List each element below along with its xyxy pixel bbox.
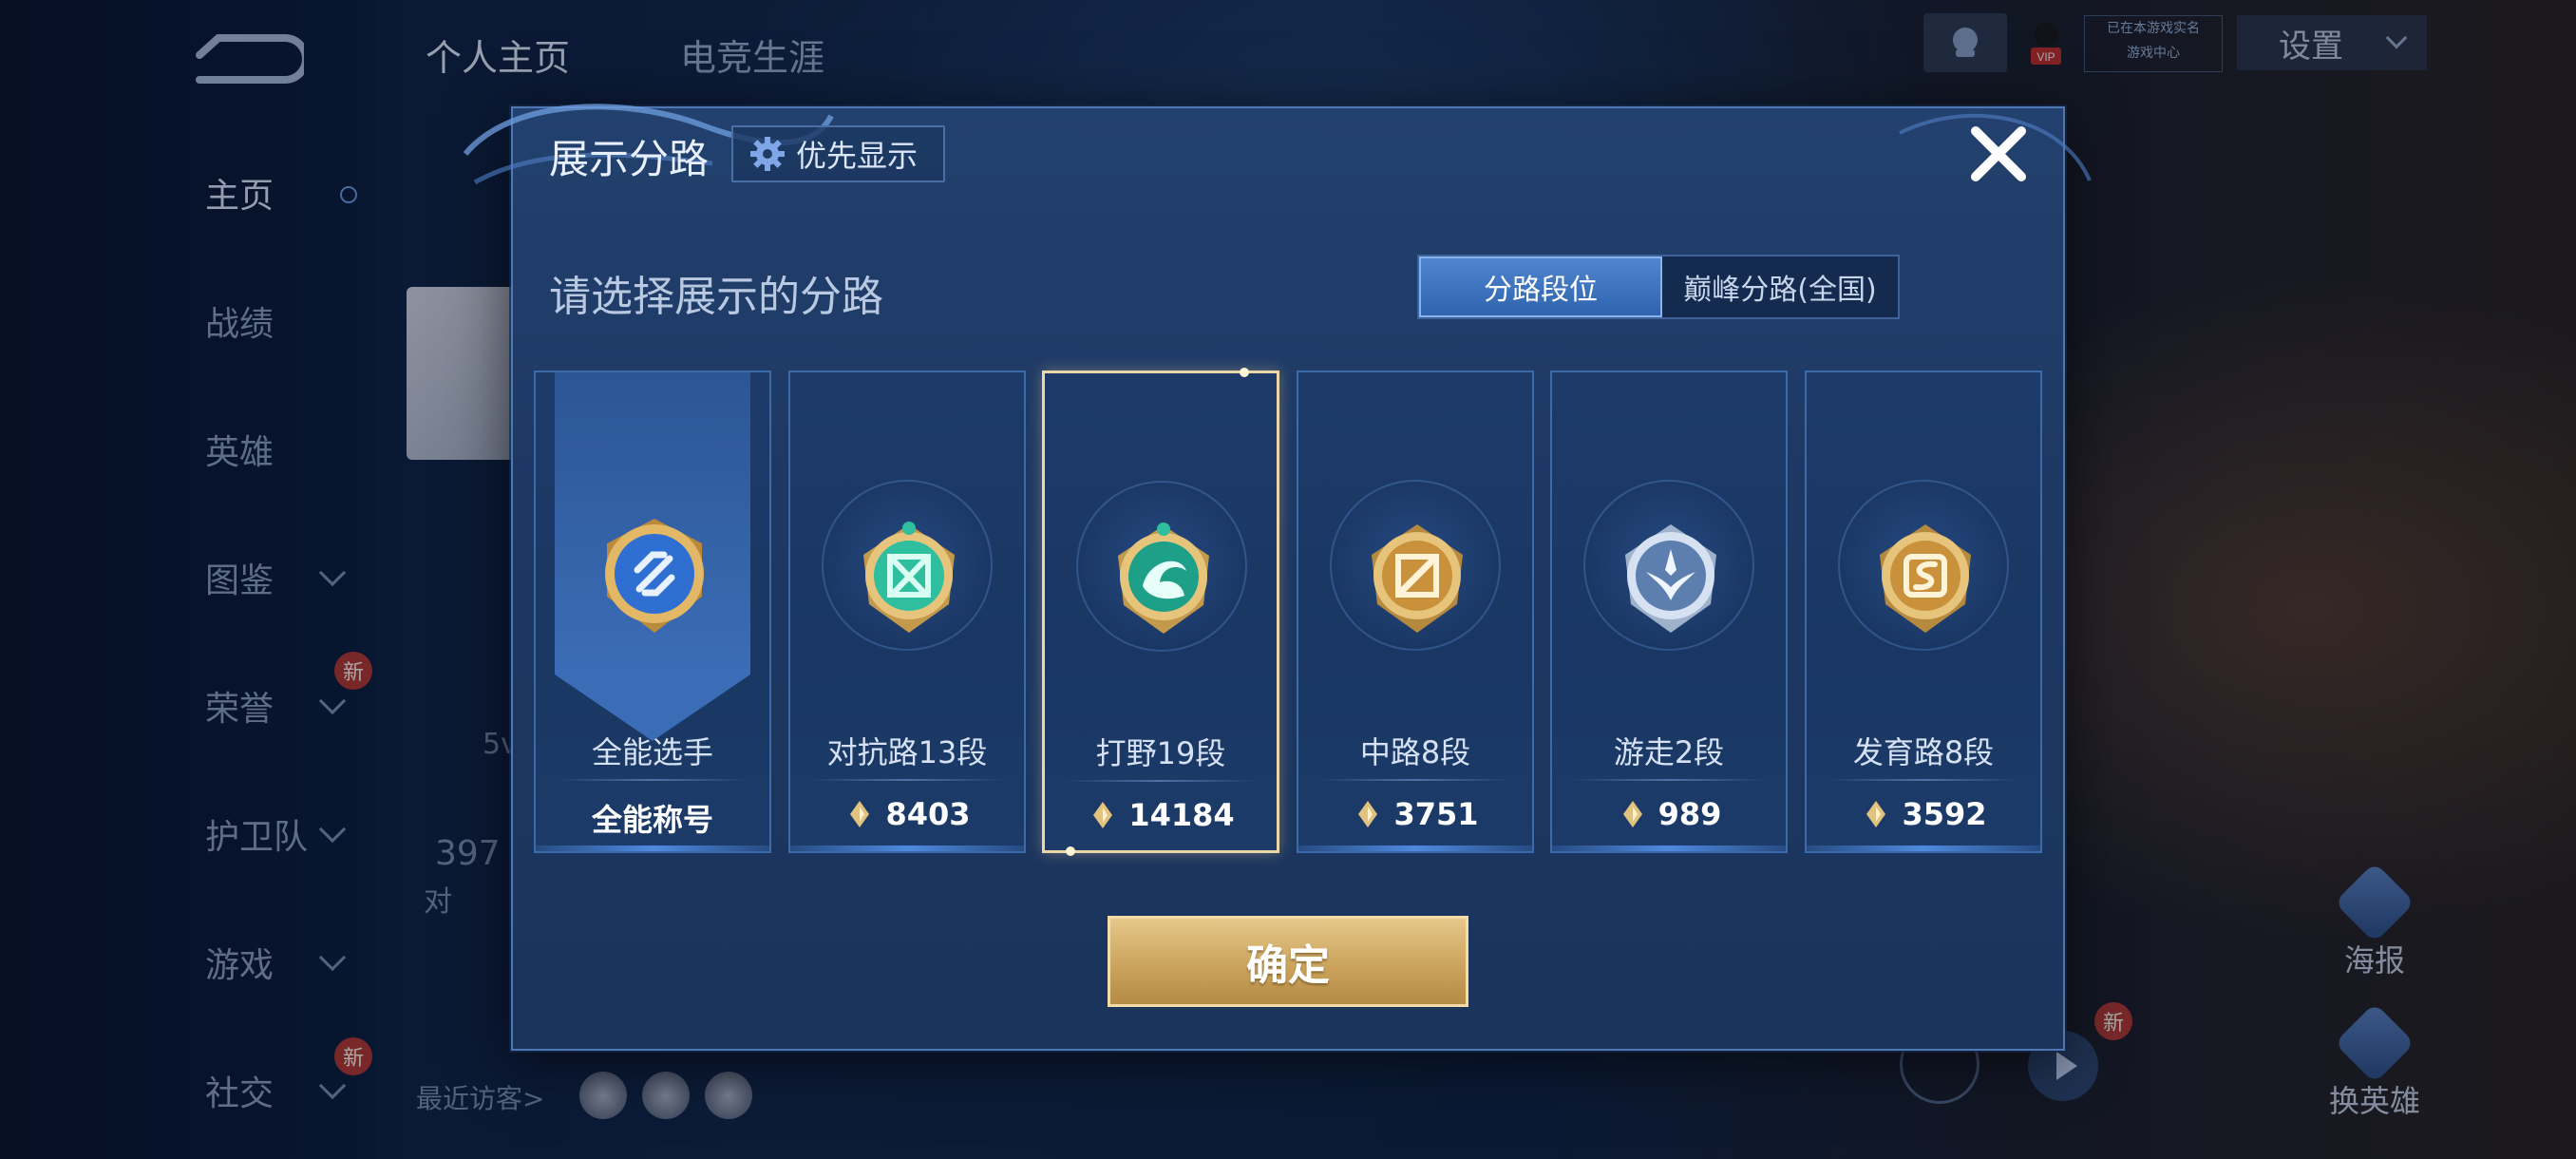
lane-value: 14184 (1128, 797, 1235, 833)
lane-value: 3592 (1902, 796, 1987, 832)
selection-corner-dot (1240, 368, 1249, 377)
gear-icon (750, 137, 785, 171)
lane-card-jungle[interactable]: 打野19段 14184 (1042, 368, 1279, 856)
card-divider (1826, 779, 2021, 781)
card-underline (536, 846, 769, 851)
lane-card-roam[interactable]: 游走2段 989 (1550, 370, 1788, 853)
roam-emblem-icon (1625, 524, 1716, 633)
jungle-emblem-icon (1118, 522, 1209, 634)
power-icon (850, 801, 870, 827)
lane-card-mid[interactable]: 中路8段 3751 (1297, 370, 1534, 853)
priority-display-button[interactable]: 优先显示 (731, 125, 945, 182)
lane-name: 发育路8段 (1852, 734, 1995, 770)
lane-score: 989 (1552, 796, 1786, 832)
power-icon (1358, 801, 1378, 827)
lane-score: 14184 (1045, 797, 1277, 833)
lane-value: 全能称号 (591, 802, 713, 838)
mid-lane-emblem-icon (1372, 524, 1463, 633)
card-underline (790, 846, 1024, 851)
lane-name: 对抗路13段 (826, 734, 988, 770)
power-icon (1866, 801, 1886, 827)
power-icon (1622, 801, 1642, 827)
lane-card-clash[interactable]: 对抗路13段 8403 (788, 370, 1026, 853)
lane-card-farm[interactable]: 发育路8段 3592 (1805, 370, 2042, 853)
lane-view-toggle: 分路段位 巅峰分路(全国) (1417, 255, 1900, 319)
card-divider (555, 779, 750, 781)
card-divider (1571, 779, 1767, 781)
confirm-button[interactable]: 确定 (1108, 916, 1468, 1007)
card-underline (1298, 846, 1532, 851)
all-round-emblem-icon (605, 519, 704, 633)
card-underline (1807, 846, 2040, 851)
lane-value: 8403 (885, 796, 971, 832)
lane-score: 3592 (1807, 796, 2040, 832)
priority-display-label: 优先显示 (796, 138, 919, 174)
lane-score: 8403 (790, 796, 1024, 832)
all-round-title: 全能称号 (536, 796, 769, 840)
lane-value: 989 (1657, 796, 1722, 832)
selection-corner-dot (1066, 846, 1075, 856)
lane-name: 打野19段 (1095, 735, 1226, 771)
card-divider (1064, 780, 1258, 782)
power-icon (1093, 802, 1113, 828)
tab-peak-lane-national[interactable]: 巅峰分路(全国) (1662, 256, 1898, 317)
card-divider (1317, 779, 1513, 781)
lane-score: 3751 (1298, 796, 1532, 832)
dialog-title: 展示分路 (549, 136, 710, 182)
tab-lane-rank[interactable]: 分路段位 (1419, 256, 1662, 317)
farm-lane-emblem-icon (1880, 524, 1971, 633)
lane-value: 3751 (1393, 796, 1479, 832)
clash-lane-emblem-icon (863, 522, 955, 633)
lane-card-all-round[interactable]: 全能选手 全能称号 (534, 370, 771, 853)
lane-name: 全能选手 (591, 734, 713, 770)
lane-name: 中路8段 (1359, 734, 1471, 770)
card-underline (1552, 846, 1786, 851)
close-icon[interactable] (1966, 122, 2031, 186)
lane-name: 游走2段 (1613, 734, 1725, 770)
card-divider (809, 779, 1005, 781)
dialog-subtitle: 请选择展示的分路 (549, 273, 883, 321)
